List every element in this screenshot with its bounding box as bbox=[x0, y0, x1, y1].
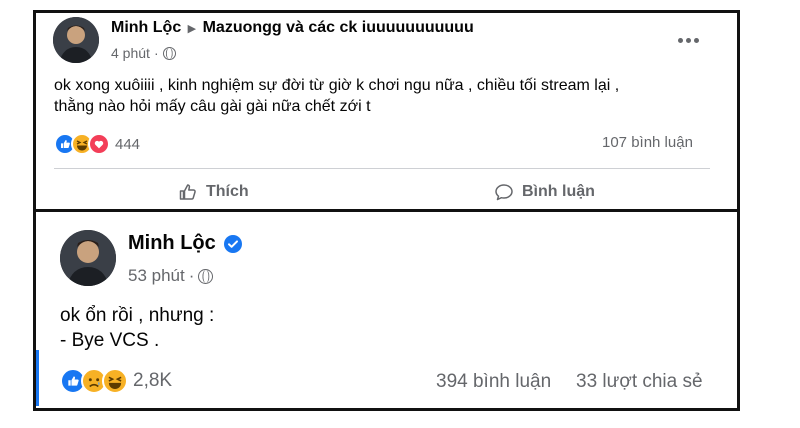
post-meta: 4 phút · bbox=[111, 45, 176, 61]
more-dots-icon bbox=[678, 38, 683, 43]
like-label: Thích bbox=[206, 183, 249, 200]
post-time[interactable]: 4 phút bbox=[111, 45, 150, 61]
reactions-summary[interactable]: 2,8K bbox=[60, 368, 172, 394]
accent-bar bbox=[36, 350, 39, 406]
comment-icon bbox=[495, 184, 513, 201]
thumbs-up-icon bbox=[179, 184, 196, 200]
group-name[interactable]: Mazuongg và các ck iuuuuuuuuuuu bbox=[203, 19, 474, 36]
post-card-1: Minh Lộc ▶ Mazuongg và các ck iuuuuuuuuu… bbox=[33, 10, 740, 212]
globe-icon bbox=[198, 268, 214, 284]
post-card-2: Minh Lộc 53 phút · ok ổn rồi , nhưng : -… bbox=[33, 209, 740, 411]
divider bbox=[54, 168, 710, 169]
reactions-summary[interactable]: 444 bbox=[54, 133, 140, 155]
avatar[interactable] bbox=[60, 230, 116, 286]
globe-icon bbox=[162, 46, 176, 60]
share-count[interactable]: 33 lượt chia sẻ bbox=[576, 371, 703, 393]
post-content: ok ổn rồi , nhưng : - Bye VCS . bbox=[60, 305, 215, 351]
reaction-count[interactable]: 2,8K bbox=[133, 370, 172, 392]
love-reaction-icon bbox=[88, 133, 110, 155]
post-time[interactable]: 53 phút bbox=[128, 266, 185, 286]
avatar[interactable] bbox=[53, 17, 99, 63]
verified-badge-icon bbox=[223, 234, 242, 253]
reaction-count[interactable]: 444 bbox=[115, 136, 140, 153]
comment-count[interactable]: 394 bình luận bbox=[436, 371, 551, 393]
post-meta: 53 phút · bbox=[128, 266, 214, 286]
post-author[interactable]: Minh Lộc ▶ Mazuongg và các ck iuuuuuuuuu… bbox=[111, 19, 474, 37]
haha-reaction-icon bbox=[102, 368, 128, 394]
post-content: ok xong xuôiiii , kinh nghiệm sự đời từ … bbox=[54, 77, 620, 115]
caret-right-icon: ▶ bbox=[187, 23, 197, 35]
more-options-button[interactable] bbox=[678, 38, 699, 43]
post-author[interactable]: Minh Lộc bbox=[128, 232, 242, 255]
comment-button[interactable]: Bình luận bbox=[494, 182, 595, 202]
like-button[interactable]: Thích bbox=[178, 182, 249, 202]
comment-label: Bình luận bbox=[522, 183, 595, 200]
comment-count[interactable]: 107 bình luận bbox=[602, 134, 693, 151]
